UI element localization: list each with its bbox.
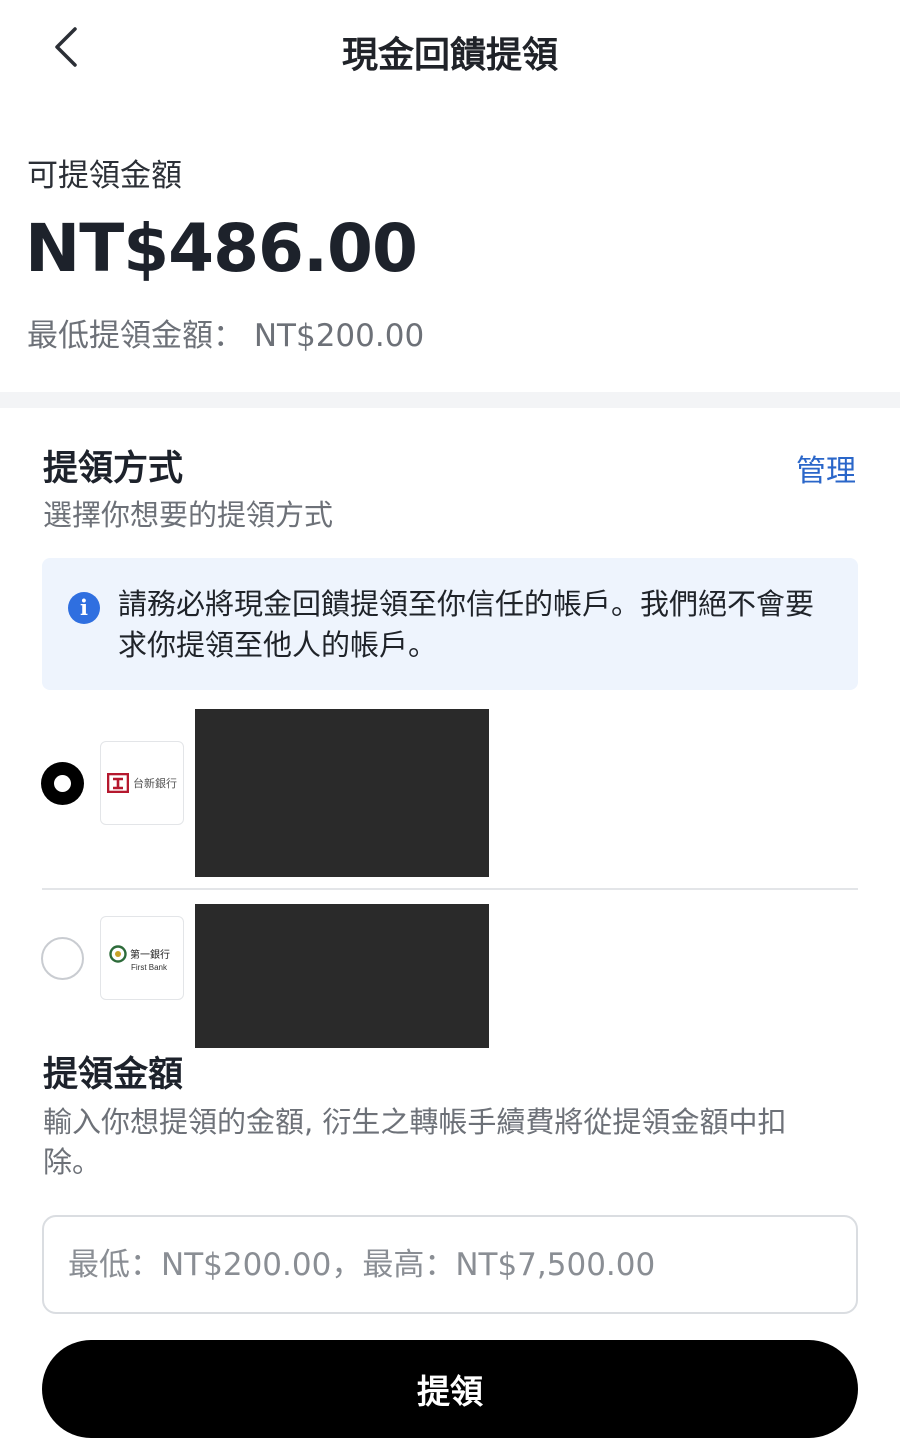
bank-name-en-label: First Bank xyxy=(131,962,168,972)
account-radio-selected[interactable] xyxy=(41,762,84,805)
account-radio-unselected[interactable] xyxy=(41,937,84,980)
minimum-withdrawal-text: 最低提領金額： NT$200.00 xyxy=(27,318,425,354)
trust-notice: i 請務必將現金回饋提領至你信任的帳戶。我們絕不會要求你提領至他人的帳戶。 xyxy=(42,558,858,690)
manage-link[interactable]: 管理 xyxy=(796,446,856,490)
amount-input[interactable] xyxy=(42,1215,858,1314)
redacted-account-info xyxy=(195,709,489,877)
section-divider xyxy=(0,392,900,408)
first-bank-emblem-icon xyxy=(109,944,127,963)
withdraw-button[interactable]: 提領 xyxy=(42,1340,858,1438)
info-icon: i xyxy=(68,592,100,624)
amount-subtitle: 輸入你想提領的金額, 衍生之轉帳手續費將從提領金額中扣除。 xyxy=(43,1105,787,1179)
header: 現金回饋提領 xyxy=(0,0,900,96)
taishin-bank-logo: 台新銀行 xyxy=(100,741,184,825)
row-divider xyxy=(42,888,858,890)
notice-text: 請務必將現金回饋提領至你信任的帳戶。我們絕不會要求你提領至他人的帳戶。 xyxy=(118,587,815,662)
taishin-logo-mark-icon xyxy=(107,773,129,793)
method-subtitle: 選擇你想要的提領方式 xyxy=(43,498,334,532)
balance-label: 可提領金額 xyxy=(27,158,182,194)
first-bank-logo: 第一銀行 First Bank xyxy=(100,916,184,1000)
page-title: 現金回饋提領 xyxy=(341,35,558,76)
method-title: 提領方式 xyxy=(43,449,184,489)
amount-title: 提領金額 xyxy=(43,1055,184,1095)
bank-name-label: 第一銀行 xyxy=(130,950,170,961)
balance-amount: NT$486.00 xyxy=(25,210,418,287)
bank-name-label: 台新銀行 xyxy=(133,777,177,790)
redacted-account-info xyxy=(195,904,489,1048)
